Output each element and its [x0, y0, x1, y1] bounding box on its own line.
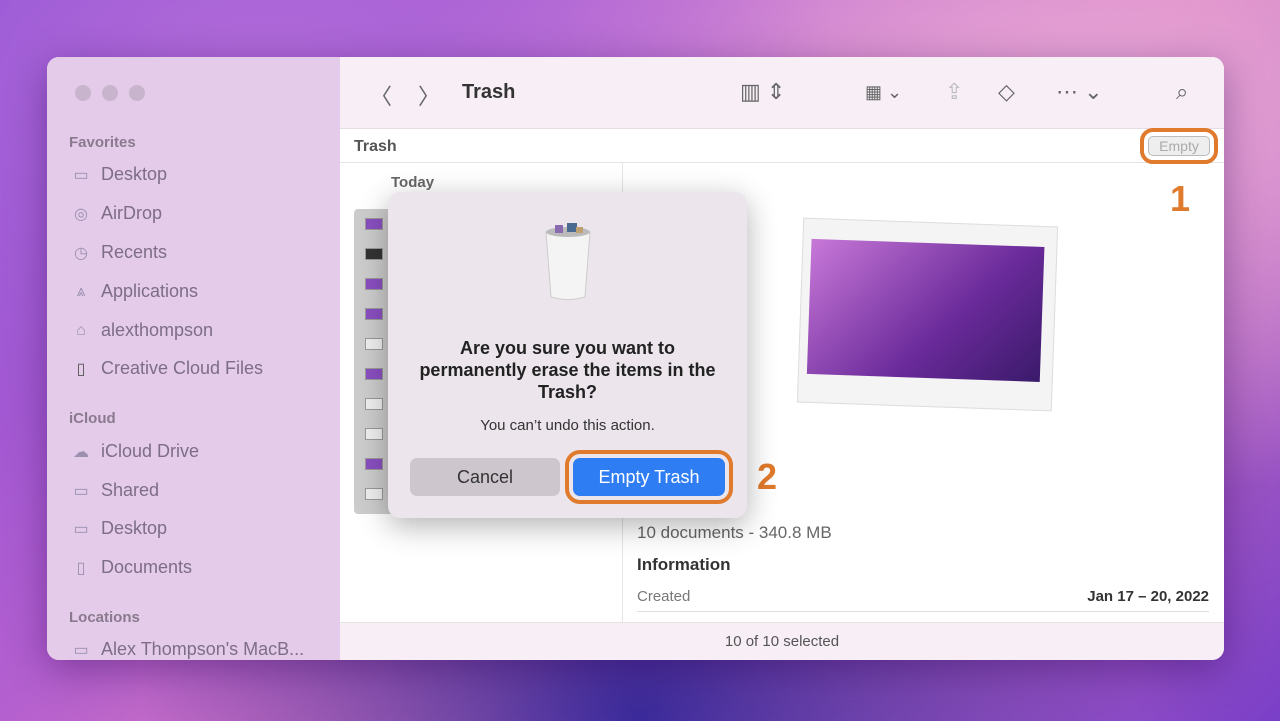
sidebar-item-label: Applications	[101, 281, 199, 301]
path-title: Trash	[354, 138, 397, 155]
dialog-message: You can’t undo this action.	[480, 417, 655, 434]
home-icon: ⌂	[76, 321, 86, 339]
zoom-button[interactable]	[129, 85, 145, 101]
sidebar-item-label: alexthompson	[101, 320, 214, 340]
sidebar-item-airdrop[interactable]: ◎ AirDrop	[71, 203, 162, 224]
sidebar-item-macbook[interactable]: ▭ Alex Thompson's MacB...	[71, 639, 304, 660]
sidebar-item-label: Alex Thompson's MacB...	[101, 639, 305, 659]
clock-icon: ◷	[74, 244, 88, 262]
preview-summary: 10 documents - 340.8 MB	[637, 523, 832, 542]
sidebar-item-icloud-desktop[interactable]: ▭ Desktop	[71, 518, 167, 539]
close-button[interactable]	[75, 85, 91, 101]
dialog-title: Are you sure you want to permanently era…	[419, 338, 716, 402]
section-favorites: Favorites	[69, 134, 136, 151]
sidebar-item-label: Creative Cloud Files	[101, 358, 264, 378]
share-icon[interactable]: ⇪	[945, 79, 963, 105]
minimize-button[interactable]	[102, 85, 118, 101]
tag-icon[interactable]: ◇	[998, 79, 1015, 105]
group-header: Today	[391, 174, 435, 191]
sidebar-item-label: iCloud Drive	[101, 441, 200, 461]
forward-button[interactable]: 〉	[418, 79, 440, 111]
sidebar-item-shared[interactable]: ▭ Shared	[71, 480, 159, 501]
group-by-icon[interactable]: ▦ ⌄	[865, 82, 902, 103]
sidebar-item-label: AirDrop	[101, 203, 163, 223]
more-actions-icon[interactable]: ⋯ ⌄	[1056, 79, 1103, 105]
sidebar: Favorites ▭ Desktop ◎ AirDrop ◷ Recents ⩓ Ap…	[47, 57, 340, 660]
sidebar-item-home[interactable]: ⌂ alexthompson	[71, 320, 213, 341]
empty-trash-button[interactable]: Empty Trash	[565, 450, 733, 504]
applications-icon: ⩓	[76, 282, 86, 300]
back-button[interactable]: 〈	[370, 79, 392, 111]
search-icon[interactable]: ⌕	[1176, 79, 1188, 105]
window-title: Trash	[462, 81, 516, 103]
status-bar: 10 of 10 selected	[340, 622, 1224, 660]
sidebar-item-creative-cloud[interactable]: ▯ Creative Cloud Files	[71, 358, 263, 379]
laptop-icon: ▭	[73, 641, 89, 659]
sidebar-item-label: Recents	[101, 242, 168, 262]
created-value: Jan 17 – 20, 2022	[1087, 588, 1209, 605]
sidebar-item-desktop[interactable]: ▭ Desktop	[71, 164, 167, 185]
created-label: Created	[637, 588, 691, 605]
step-1-annotation: 1	[1170, 178, 1191, 219]
path-bar: Trash Empty	[340, 128, 1224, 164]
cancel-button[interactable]: Cancel	[410, 458, 560, 496]
shared-folder-icon: ▭	[73, 482, 89, 500]
section-locations: Locations	[69, 609, 140, 626]
divider	[637, 611, 1209, 612]
sidebar-item-label: Shared	[101, 480, 160, 500]
sidebar-item-label: Desktop	[101, 164, 168, 184]
sidebar-item-label: Desktop	[101, 518, 168, 538]
desktop-icon: ▭	[73, 166, 89, 184]
section-icloud: iCloud	[69, 410, 116, 427]
sidebar-item-recents[interactable]: ◷ Recents	[71, 242, 167, 263]
sidebar-item-label: Documents	[101, 557, 193, 577]
airdrop-icon: ◎	[74, 205, 88, 223]
sidebar-item-applications[interactable]: ⩓ Applications	[71, 281, 198, 302]
step-2-annotation: 2	[757, 456, 778, 497]
document-icon: ▯	[76, 360, 86, 378]
sidebar-item-icloud-drive[interactable]: ☁ iCloud Drive	[71, 441, 199, 462]
window-controls	[75, 85, 145, 101]
preview-image	[796, 217, 1059, 412]
confirm-dialog: Are you sure you want to permanently era…	[388, 192, 747, 518]
column-view-icon[interactable]: ▥ ⇕	[740, 79, 785, 105]
information-heading: Information	[637, 555, 731, 574]
desktop-icon: ▭	[73, 520, 89, 538]
toolbar: 〈 〉 Trash ▥ ⇕ ▦ ⌄ ⇪ ◇ ⋯ ⌄ ⌕	[340, 57, 1224, 129]
cloud-icon: ☁	[73, 443, 89, 461]
document-icon: ▯	[76, 559, 86, 577]
trash-icon	[545, 223, 591, 300]
sidebar-item-documents[interactable]: ▯ Documents	[71, 557, 192, 578]
empty-button[interactable]: Empty	[1140, 128, 1218, 164]
